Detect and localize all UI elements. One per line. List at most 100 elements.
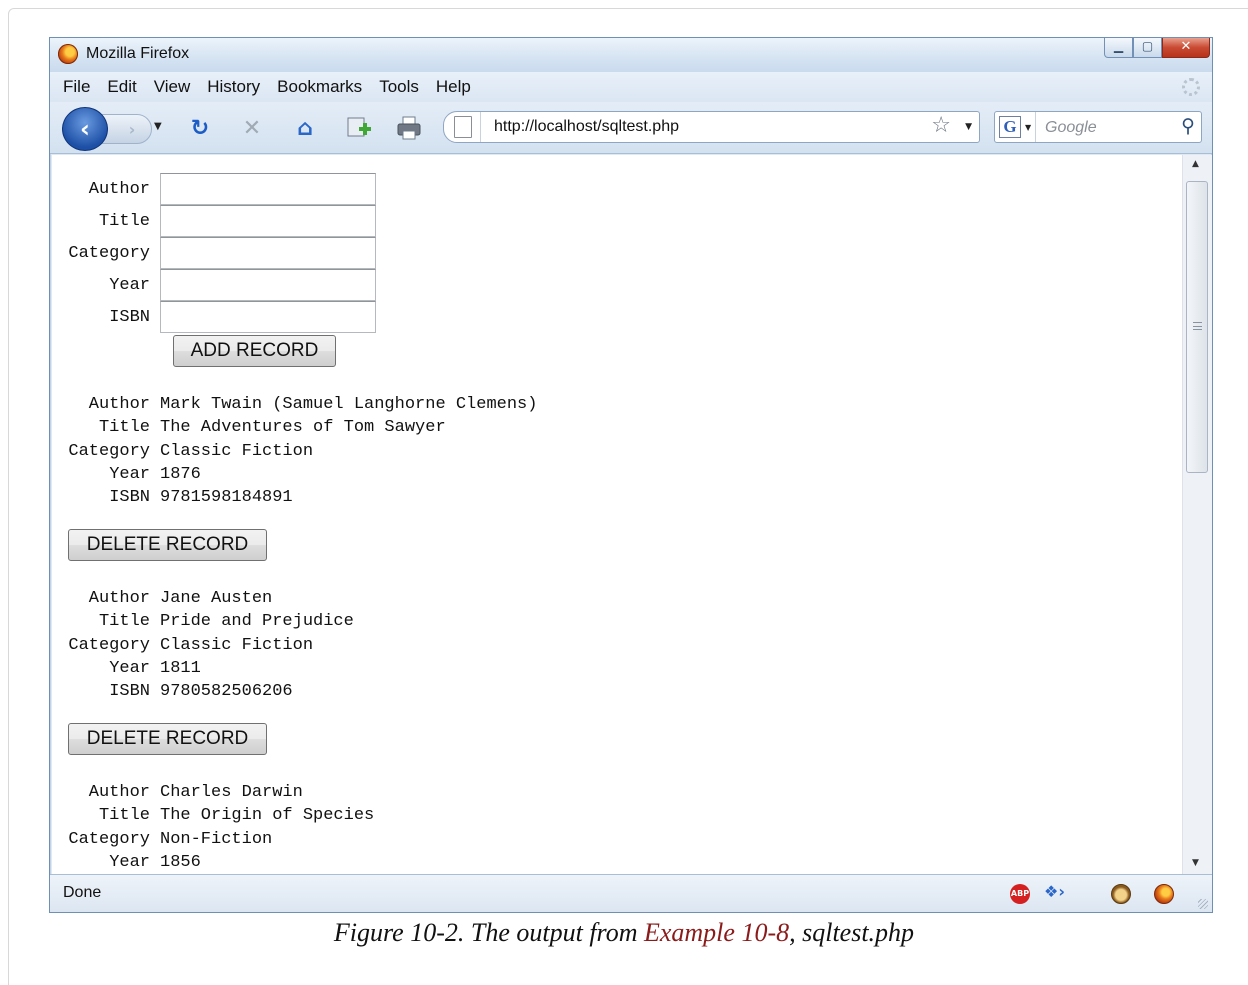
scroll-up-icon[interactable]: ▲: [1192, 159, 1199, 169]
url-dropdown-icon[interactable]: ▼: [965, 122, 972, 132]
record-line: Title The Origin of Species: [52, 804, 374, 827]
record-line: Title The Adventures of Tom Sawyer: [52, 416, 537, 439]
window-controls: ▁ ▢ ✕: [1104, 38, 1210, 58]
record-label: Title: [98, 418, 150, 438]
engine-dropdown-icon[interactable]: ▼: [1025, 123, 1031, 132]
record-line: Author Jane Austen: [52, 587, 354, 610]
caption-link[interactable]: Example 10-8: [644, 918, 789, 947]
figure-caption: Figure 10-2. The output from Example 10-…: [0, 918, 1248, 948]
form-label: ISBN: [109, 307, 150, 327]
form-label: Category: [68, 243, 150, 263]
navigation-toolbar: › ‹ ▼ ↻ ✕ ⌂ http://localhost/sqltest.php…: [50, 102, 1212, 154]
form-row-year: Year: [52, 269, 376, 301]
record-line: ISBN 9780582506206: [52, 680, 354, 703]
vertical-scrollbar[interactable]: ▲ ▼: [1182, 155, 1212, 874]
search-bar[interactable]: G ▼ Google ⚲: [994, 111, 1202, 143]
record-value: 9781598184891: [160, 488, 293, 508]
address-bar[interactable]: http://localhost/sqltest.php ☆ ▼: [443, 111, 980, 143]
throbber-icon: [1182, 78, 1200, 96]
menu-bar: File Edit View History Bookmarks Tools H…: [50, 72, 1212, 102]
page-icon: [454, 116, 472, 138]
star-icon[interactable]: ☆: [931, 113, 951, 138]
author-input[interactable]: [160, 173, 376, 205]
title-bar[interactable]: Mozilla Firefox ▁ ▢ ✕: [50, 38, 1212, 72]
form-row-category: Category: [52, 237, 376, 269]
firefox-status-icon[interactable]: [1154, 884, 1174, 904]
record-label: Year: [109, 853, 150, 873]
record-label: Year: [109, 659, 150, 679]
back-arrow-icon: ‹: [80, 115, 90, 143]
record-line: Category Non-Fiction: [52, 828, 374, 851]
record-label: Category: [68, 635, 150, 655]
isbn-input[interactable]: [160, 301, 376, 333]
delete-record-button[interactable]: DELETE RECORD: [68, 529, 267, 561]
record-value: Mark Twain (Samuel Langhorne Clemens): [160, 395, 538, 415]
delete-record-button[interactable]: DELETE RECORD: [68, 723, 267, 755]
menu-bookmarks[interactable]: Bookmarks: [277, 77, 362, 97]
stop-icon[interactable]: ✕: [238, 114, 266, 142]
minimize-button[interactable]: ▁: [1104, 38, 1133, 58]
url-field[interactable]: http://localhost/sqltest.php: [494, 118, 679, 136]
record-label: Author: [88, 395, 150, 415]
menu-history[interactable]: History: [207, 77, 260, 97]
record-label: Category: [68, 441, 150, 461]
search-engine-icon[interactable]: G: [999, 116, 1021, 138]
record-value: 1876: [160, 465, 201, 485]
scroll-down-icon[interactable]: ▼: [1192, 858, 1199, 868]
status-text: Done: [63, 884, 102, 901]
new-tab-icon[interactable]: [345, 114, 373, 142]
record-2: Author Jane Austen Title Pride and Prejudi…: [52, 587, 354, 703]
menu-help[interactable]: Help: [436, 77, 471, 97]
search-input[interactable]: Google: [1045, 119, 1097, 137]
form-label: Title: [98, 211, 150, 231]
print-icon[interactable]: [395, 114, 423, 142]
scroll-thumb[interactable]: [1186, 181, 1208, 473]
status-bar: Done ABP ❖›: [50, 874, 1212, 912]
record-line: Title Pride and Prejudice: [52, 610, 354, 633]
record-value: The Origin of Species: [160, 806, 375, 826]
greasemonkey-icon[interactable]: [1111, 884, 1131, 904]
category-input[interactable]: [160, 237, 376, 269]
maximize-icon: ▢: [1141, 39, 1154, 53]
record-1: Author Mark Twain (Samuel Langhorne Cleme…: [52, 393, 537, 509]
resize-grip-icon[interactable]: [1198, 899, 1208, 909]
record-label: Title: [98, 806, 150, 826]
record-label: Year: [109, 465, 150, 485]
year-input[interactable]: [160, 269, 376, 301]
menu-view[interactable]: View: [154, 77, 191, 97]
record-value: Classic Fiction: [160, 635, 314, 655]
magnifier-icon[interactable]: ⚲: [1181, 115, 1195, 137]
record-label: Title: [98, 612, 150, 632]
title-input[interactable]: [160, 205, 376, 237]
firefox-logo-icon: [58, 44, 78, 64]
sync-icon[interactable]: ❖›: [1044, 882, 1065, 902]
record-line: Author Mark Twain (Samuel Langhorne Cleme…: [52, 393, 538, 416]
record-3: Author Charles Darwin Title The Origin of …: [52, 781, 374, 874]
close-button[interactable]: ✕: [1162, 38, 1210, 58]
close-icon: ✕: [1180, 39, 1192, 54]
browser-window: Mozilla Firefox ▁ ▢ ✕ File Edit View His…: [49, 37, 1213, 913]
record-line: Year 1811: [52, 657, 354, 680]
search-separator: [1035, 112, 1036, 142]
form-row-author: Author: [52, 173, 376, 205]
record-value: Non-Fiction: [160, 829, 273, 849]
add-record-button[interactable]: ADD RECORD: [173, 335, 336, 367]
record-label: ISBN: [109, 488, 150, 508]
record-line: Category Classic Fiction: [52, 440, 537, 463]
record-value: 1856: [160, 853, 201, 873]
reload-icon[interactable]: ↻: [186, 114, 214, 142]
caption-suffix: , sqltest.php: [789, 918, 915, 947]
menu-file[interactable]: File: [63, 77, 90, 97]
home-icon[interactable]: ⌂: [291, 114, 319, 142]
form-row-title: Title: [52, 205, 376, 237]
maximize-button[interactable]: ▢: [1133, 38, 1162, 58]
adblock-icon[interactable]: ABP: [1010, 884, 1030, 904]
record-line: Author Charles Darwin: [52, 781, 374, 804]
record-value: Jane Austen: [160, 589, 273, 609]
menu-tools[interactable]: Tools: [379, 77, 419, 97]
menu-edit[interactable]: Edit: [107, 77, 136, 97]
back-button[interactable]: ‹: [62, 107, 108, 151]
form-label: Year: [109, 275, 150, 295]
record-value: Classic Fiction: [160, 441, 314, 461]
history-dropdown-icon[interactable]: ▼: [154, 121, 162, 132]
